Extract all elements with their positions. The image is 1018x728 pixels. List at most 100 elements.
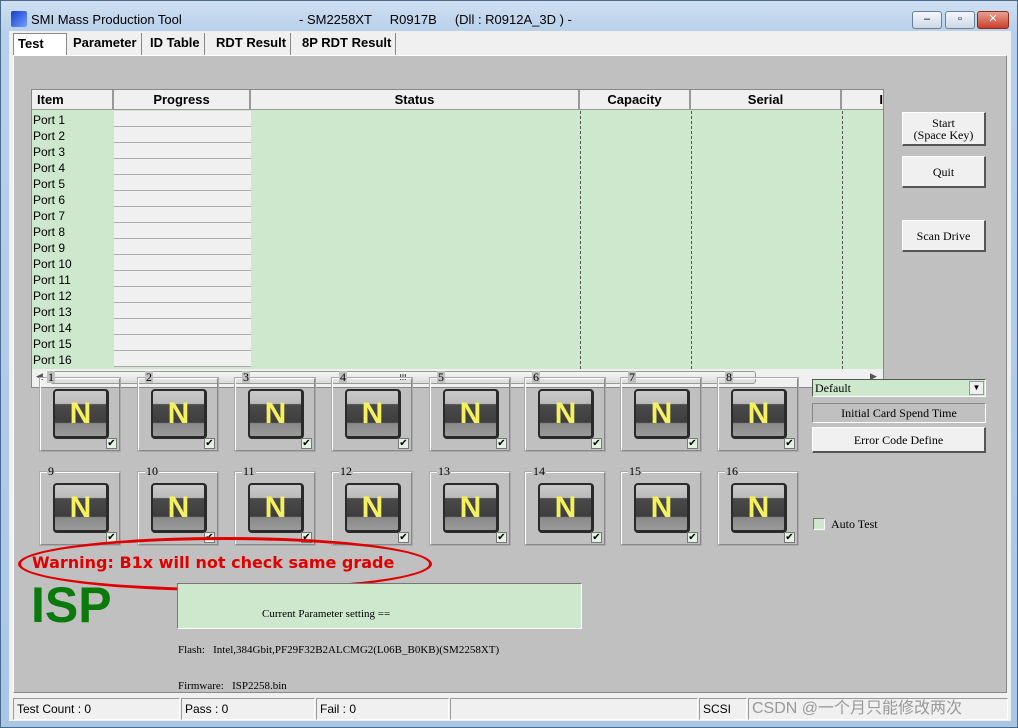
- drive-status-icon: N: [538, 483, 594, 533]
- profile-dropdown[interactable]: Default ▼: [812, 379, 986, 397]
- app-icon: [11, 11, 27, 27]
- start-hint: (Space Key): [913, 127, 974, 142]
- progress-bar: [114, 335, 251, 351]
- drive-status-icon: N: [53, 389, 109, 439]
- port-tile[interactable]: 4 N ✔: [331, 371, 413, 452]
- port-enable-checkbox[interactable]: ✔: [398, 438, 409, 449]
- port-tile[interactable]: 15 N ✔: [620, 465, 702, 546]
- tab-rdt-result[interactable]: RDT Result: [212, 33, 292, 55]
- start-label: Start: [932, 115, 955, 130]
- port-number: 16: [725, 464, 739, 478]
- port-enable-checkbox[interactable]: ✔: [591, 532, 602, 543]
- port-tile[interactable]: 11 N ✔: [234, 465, 316, 546]
- tab-id-table[interactable]: ID Table: [146, 33, 205, 55]
- port-enable-checkbox[interactable]: ✔: [687, 438, 698, 449]
- quit-button[interactable]: Quit: [902, 156, 986, 188]
- port-row-label[interactable]: Port 6: [32, 191, 114, 207]
- port-tile[interactable]: 3 N ✔: [234, 371, 316, 452]
- port-row-label[interactable]: Port 11: [32, 271, 114, 287]
- port-tile[interactable]: 10 N ✔: [137, 465, 219, 546]
- progress-bar: [114, 255, 251, 271]
- progress-bar: [114, 287, 251, 303]
- port-row-label[interactable]: Port 15: [32, 335, 114, 351]
- port-tile[interactable]: 16 N ✔: [717, 465, 799, 546]
- drive-status-icon: N: [538, 389, 594, 439]
- column-header-extra[interactable]: I: [842, 90, 883, 110]
- port-enable-checkbox[interactable]: ✔: [106, 438, 117, 449]
- title-bar: SMI Mass Production Tool - SM2258XT R091…: [9, 7, 1009, 31]
- port-enable-checkbox[interactable]: ✔: [398, 532, 409, 543]
- port-enable-checkbox[interactable]: ✔: [496, 532, 507, 543]
- port-enable-checkbox[interactable]: ✔: [204, 438, 215, 449]
- port-grid: Item Progress Status Capacity Serial I P…: [31, 89, 884, 388]
- port-row-label[interactable]: Port 14: [32, 319, 114, 335]
- port-number: 15: [628, 464, 642, 478]
- port-number: 4: [339, 370, 347, 384]
- port-row-label[interactable]: Port 9: [32, 239, 114, 255]
- status-empty: [450, 698, 698, 720]
- port-number: 2: [145, 370, 153, 384]
- port-row-label[interactable]: Port 3: [32, 143, 114, 159]
- port-tile[interactable]: 1 N ✔: [39, 371, 121, 452]
- port-tile[interactable]: 8 N ✔: [717, 371, 799, 452]
- port-number: 14: [532, 464, 546, 478]
- port-number: 6: [532, 370, 540, 384]
- column-header-progress[interactable]: Progress: [114, 90, 251, 110]
- progress-bar: [114, 111, 251, 127]
- port-row-label[interactable]: Port 5: [32, 175, 114, 191]
- column-header-status[interactable]: Status: [251, 90, 580, 110]
- port-row-label[interactable]: Port 13: [32, 303, 114, 319]
- port-row-label[interactable]: Port 10: [32, 255, 114, 271]
- drive-status-icon: N: [731, 483, 787, 533]
- port-tile[interactable]: 14 N ✔: [524, 465, 606, 546]
- start-button[interactable]: Start (Space Key): [902, 112, 986, 146]
- port-row-label[interactable]: Port 2: [32, 127, 114, 143]
- port-enable-checkbox[interactable]: ✔: [784, 438, 795, 449]
- error-code-define-button[interactable]: Error Code Define: [812, 427, 986, 453]
- port-tile[interactable]: 6 N ✔: [524, 371, 606, 452]
- port-number: 10: [145, 464, 159, 478]
- port-row-label[interactable]: Port 7: [32, 207, 114, 223]
- port-enable-checkbox[interactable]: ✔: [784, 532, 795, 543]
- progress-bar: [114, 143, 251, 159]
- close-button[interactable]: ✕: [977, 11, 1009, 29]
- chevron-down-icon[interactable]: ▼: [969, 381, 984, 395]
- port-enable-checkbox[interactable]: ✔: [591, 438, 602, 449]
- column-header-capacity[interactable]: Capacity: [580, 90, 691, 110]
- status-pass: Pass : 0: [181, 698, 315, 720]
- port-number: 12: [339, 464, 353, 478]
- port-row-label[interactable]: Port 12: [32, 287, 114, 303]
- port-tile[interactable]: 12 N ✔: [331, 465, 413, 546]
- progress-bar: [114, 207, 251, 223]
- drive-status-icon: N: [248, 483, 304, 533]
- dropdown-value: Default: [815, 381, 851, 395]
- port-enable-checkbox[interactable]: ✔: [687, 532, 698, 543]
- port-row-label[interactable]: Port 16: [32, 351, 114, 367]
- minimize-button[interactable]: –: [912, 11, 942, 29]
- port-row-label[interactable]: Port 8: [32, 223, 114, 239]
- drive-status-icon: N: [443, 389, 499, 439]
- port-number: 9: [47, 464, 55, 478]
- scan-drive-button[interactable]: Scan Drive: [902, 220, 986, 252]
- column-header-item[interactable]: Item: [32, 90, 114, 110]
- port-number: 11: [242, 464, 256, 478]
- port-enable-checkbox[interactable]: ✔: [496, 438, 507, 449]
- port-tile[interactable]: 7 N ✔: [620, 371, 702, 452]
- port-enable-checkbox[interactable]: ✔: [301, 438, 312, 449]
- port-tile[interactable]: 5 N ✔: [429, 371, 511, 452]
- initial-card-spend-time[interactable]: Initial Card Spend Time: [812, 403, 986, 423]
- tab-parameter[interactable]: Parameter: [69, 33, 142, 55]
- port-tile[interactable]: 9 N ✔: [39, 465, 121, 546]
- tab-8p-rdt-result[interactable]: 8P RDT Result: [298, 33, 397, 55]
- column-divider: [580, 111, 581, 369]
- progress-bar: [114, 319, 251, 335]
- column-divider: [691, 111, 692, 369]
- column-header-serial[interactable]: Serial: [691, 90, 842, 110]
- auto-test-checkbox[interactable]: [813, 518, 825, 530]
- port-tile[interactable]: 13 N ✔: [429, 465, 511, 546]
- port-tile[interactable]: 2 N ✔: [137, 371, 219, 452]
- tab-test[interactable]: Test: [13, 33, 67, 57]
- port-row-label[interactable]: Port 4: [32, 159, 114, 175]
- port-row-label[interactable]: Port 1: [32, 111, 114, 127]
- maximize-button[interactable]: ▫: [945, 11, 975, 29]
